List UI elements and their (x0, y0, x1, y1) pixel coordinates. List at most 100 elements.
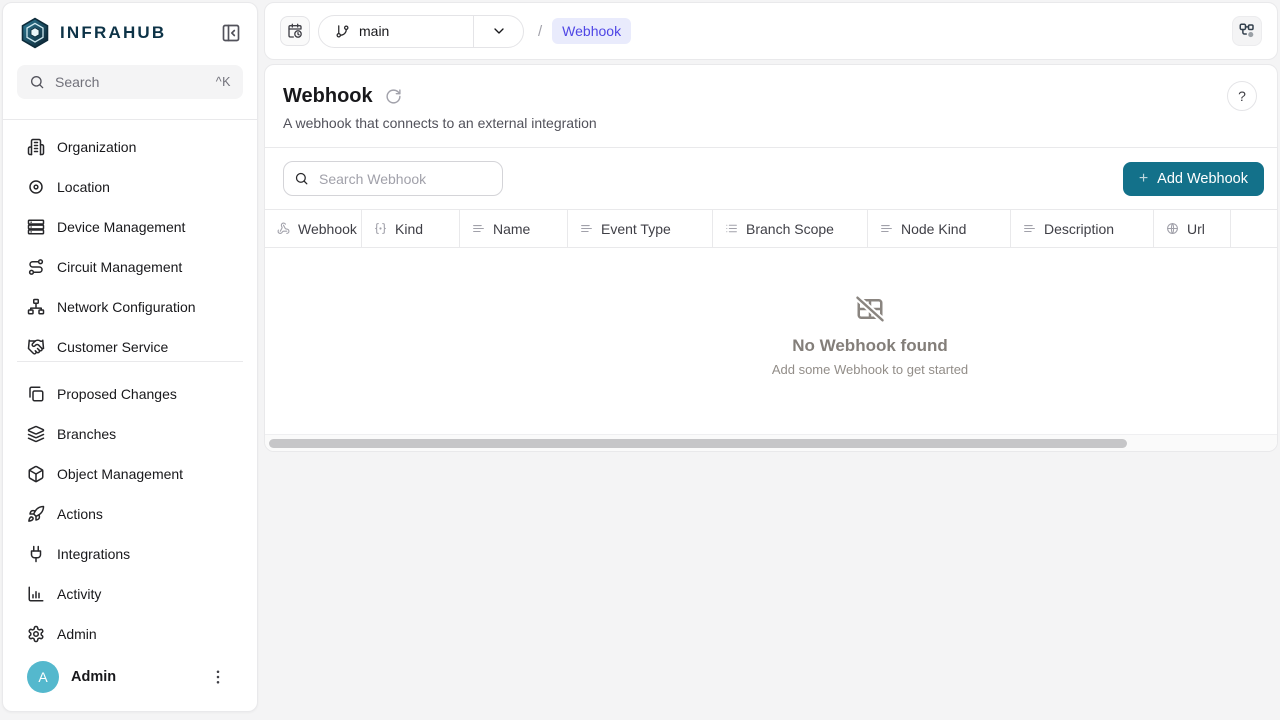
sidebar-item-object-management[interactable]: Object Management (3, 454, 257, 494)
gear-icon (27, 625, 45, 643)
branch-name: main (359, 23, 389, 39)
braces-icon (374, 222, 387, 235)
layers-icon (27, 425, 45, 443)
sidebar-item-label: Network Configuration (57, 299, 196, 315)
rocket-icon (27, 505, 45, 523)
empty-state-title: No Webhook found (792, 336, 948, 356)
network-icon (27, 298, 45, 316)
sidebar-item-circuit-management[interactable]: Circuit Management (3, 247, 257, 287)
text-icon (1023, 222, 1036, 235)
webhook-icon (277, 222, 290, 235)
page-header: Webhook A webhook that connects to an ex… (265, 65, 1277, 148)
table-header-row: Webhook Kind Name Event Type Branch Scope Nod… (265, 209, 1277, 248)
user-menu[interactable]: A Admin (3, 653, 257, 701)
page-title: Webhook (283, 85, 373, 108)
box-icon (27, 465, 45, 483)
branch-selector: main (318, 15, 524, 48)
column-header-spacer (1231, 210, 1277, 247)
sidebar-item-device-management[interactable]: Device Management (3, 207, 257, 247)
workflow-apps-icon (1238, 22, 1256, 40)
user-name: Admin (71, 669, 116, 685)
avatar: A (27, 661, 59, 693)
table-search (283, 161, 503, 196)
copy-icon (27, 385, 45, 403)
table-off-icon (855, 294, 885, 324)
column-header-label: Event Type (601, 221, 671, 237)
sidebar-nav-system: Proposed Changes Branches Object Managemen… (3, 362, 257, 654)
horizontal-scrollbar (265, 434, 1277, 451)
sidebar-item-location[interactable]: Location (3, 167, 257, 207)
sidebar-item-integrations[interactable]: Integrations (3, 534, 257, 574)
content-card: Webhook A webhook that connects to an ex… (264, 64, 1278, 452)
refresh-icon[interactable] (385, 88, 402, 105)
sidebar-search-shortcut: ^K (216, 75, 231, 89)
column-header-url[interactable]: Url (1154, 210, 1231, 247)
add-webhook-button[interactable]: + Add Webhook (1123, 162, 1264, 196)
text-icon (472, 222, 485, 235)
sidebar-item-label: Location (57, 179, 110, 195)
breadcrumb-separator: / (538, 23, 542, 40)
search-input[interactable] (317, 170, 492, 188)
text-icon (580, 222, 593, 235)
calendar-clock-icon (287, 23, 303, 39)
column-header-kind[interactable]: Kind (362, 210, 460, 247)
sidebar-item-branches[interactable]: Branches (3, 414, 257, 454)
sidebar-search[interactable]: Search ^K (17, 65, 243, 99)
topbar: main / Webhook (264, 2, 1278, 60)
scrollbar-thumb[interactable] (269, 439, 1127, 448)
sidebar-item-label: Circuit Management (57, 259, 182, 275)
sidebar-item-label: Object Management (57, 466, 183, 482)
column-header-event-type[interactable]: Event Type (568, 210, 713, 247)
sidebar-item-network-configuration[interactable]: Network Configuration (3, 287, 257, 327)
search-icon (294, 171, 309, 186)
panel-collapse-icon[interactable] (221, 23, 241, 43)
column-header-name[interactable]: Name (460, 210, 568, 247)
breadcrumb-current[interactable]: Webhook (552, 18, 631, 44)
plug-icon (27, 545, 45, 563)
sidebar-item-label: Activity (57, 586, 101, 602)
column-header-label: Kind (395, 221, 423, 237)
column-header-label: Name (493, 221, 530, 237)
sidebar: INFRAHUB Search ^K Organization Location D… (2, 2, 258, 712)
branch-selector-value[interactable]: main (319, 16, 473, 47)
location-icon (27, 178, 45, 196)
sidebar-item-label: Actions (57, 506, 103, 522)
kebab-icon[interactable] (209, 668, 227, 686)
column-header-description[interactable]: Description (1011, 210, 1154, 247)
toolbar: + Add Webhook (265, 148, 1277, 209)
column-header-node-kind[interactable]: Node Kind (868, 210, 1011, 247)
git-branch-icon (335, 24, 350, 39)
branch-selector-toggle[interactable] (473, 16, 523, 47)
column-header-webhook[interactable]: Webhook (265, 210, 362, 247)
chart-icon (27, 585, 45, 603)
sidebar-item-admin[interactable]: Admin (3, 614, 257, 654)
sidebar-item-actions[interactable]: Actions (3, 494, 257, 534)
sidebar-item-label: Customer Service (57, 339, 168, 355)
empty-state-subtitle: Add some Webhook to get started (772, 362, 968, 377)
server-icon (27, 218, 45, 236)
empty-state: No Webhook found Add some Webhook to get… (265, 248, 1278, 377)
sidebar-item-label: Branches (57, 426, 116, 442)
search-icon (29, 74, 45, 90)
column-header-label: Node Kind (901, 221, 966, 237)
globe-icon (1166, 222, 1179, 235)
sidebar-item-activity[interactable]: Activity (3, 574, 257, 614)
sidebar-item-customer-service[interactable]: Customer Service (3, 327, 257, 356)
schema-visualizer-button[interactable] (1232, 16, 1262, 46)
plus-icon: + (1139, 170, 1148, 188)
sidebar-header: INFRAHUB (3, 3, 257, 49)
sidebar-item-organization[interactable]: Organization (3, 127, 257, 167)
sidebar-item-proposed-changes[interactable]: Proposed Changes (3, 374, 257, 414)
chevron-down-icon (491, 23, 507, 39)
column-header-label: Branch Scope (746, 221, 834, 237)
column-header-label: Url (1187, 221, 1205, 237)
sidebar-item-label: Organization (57, 139, 136, 155)
infrahub-logo-icon (19, 17, 51, 49)
sidebar-item-label: Admin (57, 626, 97, 642)
sidebar-nav-schema: Organization Location Device Management Cir… (3, 120, 257, 356)
date-selector-button[interactable] (280, 16, 310, 46)
sidebar-item-label: Integrations (57, 546, 130, 562)
column-header-branch-scope[interactable]: Branch Scope (713, 210, 868, 247)
help-button[interactable]: ? (1227, 81, 1257, 111)
column-header-label: Description (1044, 221, 1114, 237)
